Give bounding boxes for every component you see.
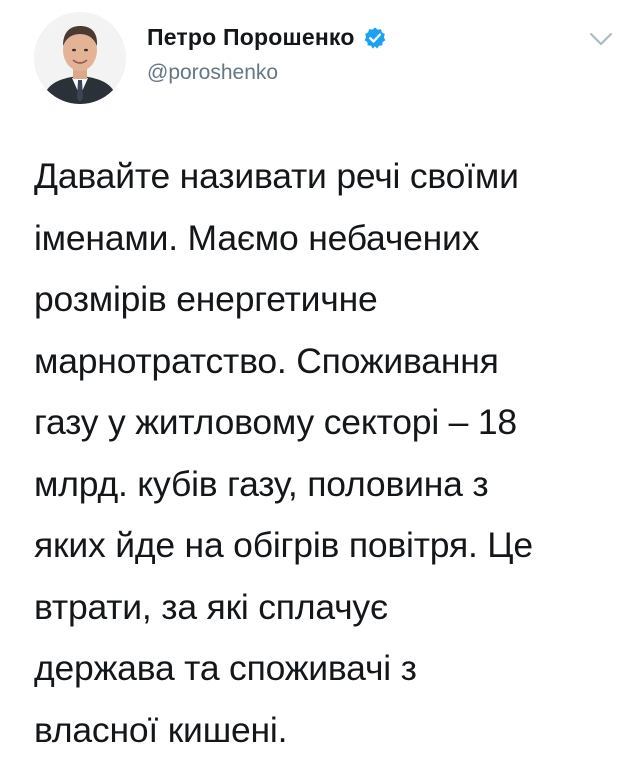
author-handle[interactable]: @poroshenko [147, 61, 278, 85]
author-name[interactable]: Петро Порошенко [147, 24, 387, 51]
verified-badge-icon [364, 27, 385, 49]
chevron-down-icon[interactable] [588, 30, 614, 48]
tweet-card: Петро Порошенко @poroshenko Давайте нази… [0, 0, 640, 750]
author-avatar[interactable] [34, 12, 126, 104]
author-name-text: Петро Порошенко [147, 24, 355, 50]
avatar-photo-icon [34, 12, 126, 104]
tweet-text: Давайте називати речі своїми іменами. Ма… [34, 156, 533, 750]
